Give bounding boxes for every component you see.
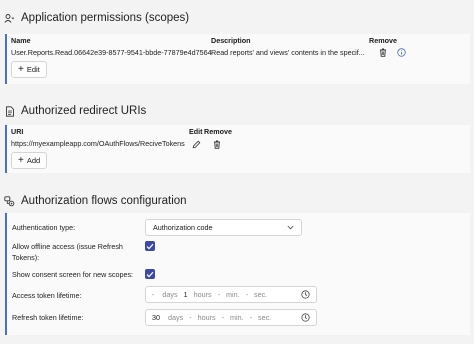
refresh-min-value: - xyxy=(221,313,224,322)
col-remove-header: Remove xyxy=(369,36,397,45)
col-uri-header: URI xyxy=(11,127,24,136)
edit-uri-pencil-icon[interactable] xyxy=(192,140,201,149)
offline-access-label: Allow offline access (issue Refresh Toke… xyxy=(12,242,123,262)
consent-screen-label: Show consent screen for new scopes: xyxy=(12,270,134,279)
access-hours-unit: hours xyxy=(193,290,212,299)
chevron-down-icon xyxy=(287,223,294,232)
refresh-days-unit: days xyxy=(168,313,184,322)
refresh-hours-value: - xyxy=(189,313,192,322)
add-uri-button[interactable]: + Add xyxy=(11,152,48,169)
edit-permissions-button[interactable]: + Edit xyxy=(11,61,47,78)
permission-name: User.Reports.Read.06642e39-8577-9541-bbd… xyxy=(11,48,212,57)
permissions-title: Application permissions (scopes) xyxy=(21,12,190,24)
clock-icon[interactable] xyxy=(301,313,310,322)
col-description-header: Description xyxy=(211,36,251,45)
refresh-lifetime-label: Refresh token lifetime: xyxy=(12,313,84,322)
consent-screen-checkbox[interactable] xyxy=(145,269,155,279)
permissions-panel: Name Description Remove User.Reports.Rea… xyxy=(5,34,470,84)
clock-icon[interactable] xyxy=(301,290,310,299)
user-key-icon xyxy=(4,13,15,24)
permissions-section-title: Application permissions (scopes) xyxy=(4,12,189,24)
permission-description: Read reports' and views' contents in the… xyxy=(211,48,365,57)
redirects-panel: URI Edit Remove https://myexampleapp.com… xyxy=(5,125,470,173)
flows-panel: Authentication type: Authorization code … xyxy=(5,213,470,335)
access-min-unit: min. xyxy=(225,290,240,299)
redirect-uri: https://myexampleapp.com/OAuthFlows/Reci… xyxy=(11,139,185,148)
refresh-days-value: 30 xyxy=(152,313,160,322)
access-days-unit: days xyxy=(162,290,178,299)
refresh-hours-unit: hours xyxy=(197,313,216,322)
col-remove-header: Remove xyxy=(204,127,232,136)
flows-title: Authorization flows configuration xyxy=(21,195,187,207)
redirects-section-title: Authorized redirect URIs xyxy=(4,105,146,117)
col-edit-header: Edit xyxy=(189,127,203,136)
flow-settings-icon xyxy=(4,195,15,207)
refresh-sec-value: - xyxy=(249,313,252,322)
remove-uri-trash-icon[interactable] xyxy=(212,140,221,149)
access-sec-value: - xyxy=(245,290,248,299)
info-icon[interactable] xyxy=(397,48,406,57)
refresh-min-unit: min. xyxy=(229,313,244,322)
redirects-title: Authorized redirect URIs xyxy=(21,105,147,117)
access-lifetime-input[interactable]: - days 1 hours - min. - sec. xyxy=(145,286,317,303)
plus-icon: + xyxy=(18,154,24,166)
offline-access-checkbox[interactable] xyxy=(145,241,155,251)
access-days-value: - xyxy=(152,290,155,299)
plus-icon: + xyxy=(18,63,24,75)
flows-section-title: Authorization flows configuration xyxy=(4,195,187,207)
refresh-sec-unit: sec. xyxy=(257,313,272,322)
document-icon xyxy=(4,105,15,117)
auth-type-label: Authentication type: xyxy=(12,223,76,232)
access-sec-unit: sec. xyxy=(253,290,268,299)
auth-type-select[interactable]: Authorization code xyxy=(145,219,302,236)
access-lifetime-label: Access token lifetime: xyxy=(12,291,82,300)
access-min-value: - xyxy=(217,290,220,299)
refresh-lifetime-input[interactable]: 30 days - hours - min. - sec. xyxy=(145,309,317,326)
col-name-header: Name xyxy=(11,36,31,45)
access-hours-value: 1 xyxy=(183,290,188,299)
remove-permission-trash-icon[interactable] xyxy=(378,48,387,57)
